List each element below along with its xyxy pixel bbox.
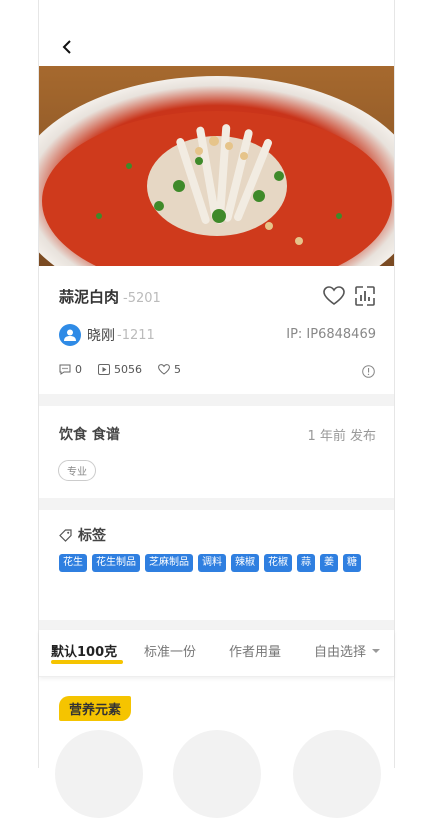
tag-icon [59,528,72,542]
tab-standard-portion[interactable]: 标准一份 [144,641,196,660]
user-icon [64,329,76,341]
play-stat[interactable]: 5056 [98,363,142,376]
recipe-photo-image [39,66,394,266]
dropdown-caret-icon [372,648,381,653]
back-arrow-icon [62,40,71,54]
tag-chip[interactable]: 芝麻制品 [145,554,193,572]
info-button[interactable] [362,363,376,378]
avatar[interactable] [59,324,81,346]
comment-count: 0 [75,363,82,376]
chart-button[interactable] [352,283,378,309]
play-icon [98,364,110,375]
ip-label: IP: IP6848469 [286,327,376,342]
title-row: 蒜泥白肉 -5201 [59,286,161,307]
author-row[interactable]: 晓刚 -1211 [59,324,155,346]
play-count: 5056 [114,363,142,376]
tag-chip[interactable]: 花生 [59,554,87,572]
nutrient-circle[interactable] [173,730,261,818]
recipe-photo [39,66,394,266]
like-icon [158,364,170,375]
divider [39,620,394,630]
author-id: -1211 [117,327,155,343]
tab-author-amount[interactable]: 作者用量 [229,641,281,660]
nutrient-circle[interactable] [55,730,143,818]
tags-heading-label: 标签 [78,528,106,544]
page-frame: 蒜泥白肉 -5201 晓刚 -1211 IP: IP6848469 0 5056 [38,0,395,818]
like-stat[interactable]: 5 [158,363,181,376]
tag-chip[interactable]: 调料 [198,554,226,572]
category-label: 饮食 食谱 [59,427,120,443]
tab-free-select[interactable]: 自由选择 [314,641,381,660]
category-card: 饮食 食谱 1 年前 发布 专业 [39,406,394,498]
like-count: 5 [174,363,181,376]
tab-free-select-label: 自由选择 [314,645,367,660]
heart-icon [323,286,345,305]
tab-default-100g[interactable]: 默认100克 [51,641,117,660]
publish-time: 1 年前 发布 [307,429,376,444]
recipe-title: 蒜泥白肉 [59,288,120,306]
nutrition-badge: 营养元素 [59,696,132,721]
portion-tabs: 默认100克 标准一份 作者用量 自由选择 [39,630,394,677]
recipe-info-card: 蒜泥白肉 -5201 晓刚 -1211 IP: IP6848469 0 5056 [39,266,394,394]
author-name[interactable]: 晓刚 [87,325,115,345]
comment-icon [59,364,71,375]
tag-chip[interactable]: 糖 [343,554,361,572]
chart-icon [355,286,375,306]
favorite-button[interactable] [321,283,347,309]
stats-row: 0 5056 5 [59,363,197,376]
comment-stat[interactable]: 0 [59,363,82,376]
professional-pill[interactable]: 专业 [58,460,96,481]
tag-chip[interactable]: 蒜 [297,554,315,572]
tags-heading: 标签 [59,525,106,545]
tag-chip[interactable]: 辣椒 [231,554,259,572]
recipe-id: -5201 [123,291,161,306]
nutrient-circle[interactable] [293,730,381,818]
divider [39,498,394,510]
tags-card: 标签 花生 花生制品 芝麻制品 调料 辣椒 花椒 蒜 姜 糖 [39,510,394,620]
active-tab-indicator [51,660,123,664]
tag-list: 花生 花生制品 芝麻制品 调料 辣椒 花椒 蒜 姜 糖 [59,554,379,578]
info-icon [362,365,375,378]
divider [39,394,394,406]
tag-chip[interactable]: 花椒 [264,554,292,572]
tag-chip[interactable]: 姜 [320,554,338,572]
tag-chip[interactable]: 花生制品 [92,554,140,572]
back-button[interactable] [57,36,79,58]
